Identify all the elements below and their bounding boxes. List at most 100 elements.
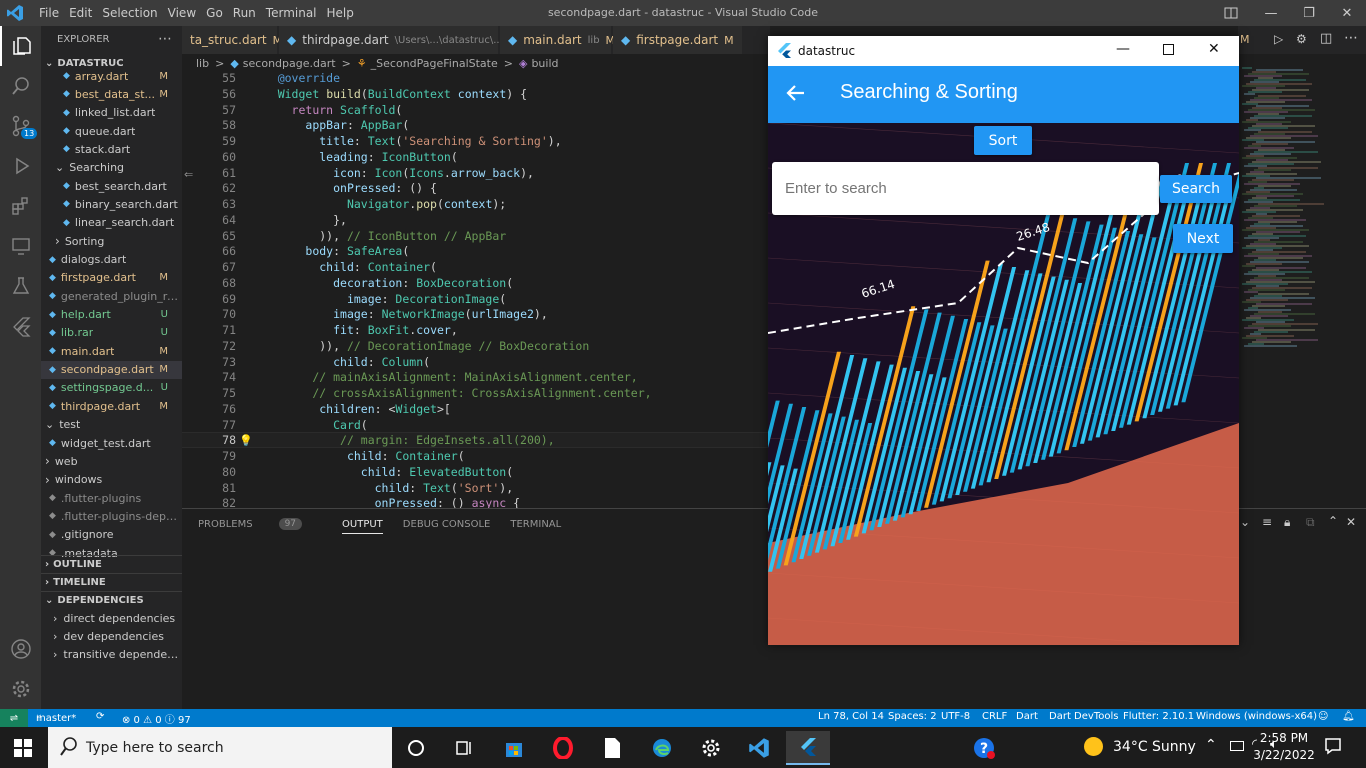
search-button[interactable]: Search <box>1160 175 1232 203</box>
remote-explorer-icon[interactable] <box>0 226 41 266</box>
folder-item[interactable]: › Sorting <box>41 232 182 250</box>
file-item[interactable]: ◆ best_search.dart <box>41 177 182 195</box>
outline-section[interactable]: › OUTLINE <box>41 555 182 573</box>
notification-center-icon[interactable] <box>1324 737 1342 758</box>
close-icon[interactable]: ✕ <box>1328 0 1366 26</box>
windows-start-icon[interactable] <box>14 739 32 760</box>
source-control-icon[interactable]: 13 <box>0 106 41 146</box>
maximize-icon[interactable] <box>1163 44 1174 55</box>
file-item[interactable]: ◆ generated_plugin_re... <box>41 287 182 305</box>
sync-icon[interactable]: ⟳ <box>96 711 104 722</box>
file-item[interactable]: ◆ binary_search.dart <box>41 195 182 213</box>
lock-icon[interactable]: 🔒︎ <box>1284 515 1290 530</box>
file-item[interactable]: ◆ main.dart M <box>41 342 182 360</box>
weather-sun-icon[interactable] <box>1084 737 1103 756</box>
next-button[interactable]: Next <box>1173 224 1233 253</box>
notifications-bell-icon[interactable]: 🔔︎ <box>1342 711 1355 722</box>
dependency-item[interactable]: › transitive dependen... <box>41 645 182 663</box>
file-item[interactable]: ◆ thirdpage.dart M <box>41 397 182 415</box>
opera-browser-icon[interactable] <box>541 731 585 765</box>
file-item[interactable]: ◆ linked_list.dart <box>41 104 182 122</box>
more-actions-icon[interactable]: ⋯ <box>158 31 172 47</box>
language-mode[interactable]: Dart <box>1016 711 1038 722</box>
task-view-icon[interactable] <box>442 731 486 765</box>
code-line[interactable]: 79 child: Container( <box>182 448 770 464</box>
tab-problems[interactable]: PROBLEMS 97 <box>198 518 322 530</box>
code-line[interactable]: 82 onPressed: () async { <box>182 495 770 508</box>
split-editor-icon[interactable]: ◫ <box>1320 31 1332 46</box>
menu-view[interactable]: View <box>163 6 201 20</box>
run-debug-icon[interactable] <box>0 146 41 186</box>
settings-gear-icon[interactable] <box>689 731 733 765</box>
file-item[interactable]: ◆ .gitignore <box>41 526 182 544</box>
menu-file[interactable]: File <box>34 6 64 20</box>
code-line[interactable]: 73 child: Column( <box>182 354 770 370</box>
menu-help[interactable]: Help <box>322 6 359 20</box>
code-line[interactable]: 71 fit: BoxFit.cover, <box>182 322 770 338</box>
microsoft-store-icon[interactable] <box>492 731 536 765</box>
file-item[interactable]: ◆ dialogs.dart <box>41 251 182 269</box>
more-actions-icon[interactable]: ⋯ <box>1344 30 1358 46</box>
menu-selection[interactable]: Selection <box>97 6 162 20</box>
file-item[interactable]: ◆ best_data_st... M <box>41 85 182 103</box>
code-editor[interactable]: 55 @override 56 Widget build(BuildContext… <box>182 72 770 508</box>
flutter-app-taskbar-icon[interactable] <box>786 731 830 765</box>
feedback-icon[interactable]: ☺ <box>1318 711 1328 722</box>
tab-firstpage[interactable]: ◆ firstpage.dart M <box>613 26 743 54</box>
flutter-version[interactable]: Flutter: 2.10.1 <box>1123 711 1194 722</box>
cortana-icon[interactable] <box>394 731 438 765</box>
code-line[interactable]: 68 decoration: BoxDecoration( <box>182 275 770 291</box>
minimap[interactable] <box>1238 54 1366 508</box>
line-ending[interactable]: CRLF <box>982 711 1007 722</box>
code-line[interactable]: 72 )), // DecorationImage // BoxDecorati… <box>182 338 770 354</box>
code-line[interactable]: 74 // mainAxisAlignment: MainAxisAlignme… <box>182 369 770 385</box>
account-icon[interactable] <box>0 629 41 669</box>
edge-browser-icon[interactable] <box>640 731 684 765</box>
code-line[interactable]: 61 icon: Icon(Icons.arrow_back), <box>182 165 770 181</box>
code-line[interactable]: 59 title: Text('Searching & Sorting'), <box>182 133 770 149</box>
folder-item[interactable]: › windows <box>41 471 182 489</box>
file-item[interactable]: ◆ settingspage.d... U <box>41 379 182 397</box>
clear-output-icon[interactable]: ≡ <box>1262 515 1272 529</box>
tab-output[interactable]: OUTPUT <box>342 519 383 534</box>
code-line[interactable]: 63 Navigator.pop(context); <box>182 196 770 212</box>
vscode-taskbar-icon[interactable] <box>737 731 781 765</box>
problems-indicator[interactable]: ⊗ 0 ⚠ 0 ⓘ 97 <box>122 711 191 726</box>
back-arrow-icon[interactable] <box>786 83 806 106</box>
battery-icon[interactable] <box>1230 741 1244 751</box>
code-line[interactable]: 56 Widget build(BuildContext context) { <box>182 86 770 102</box>
cursor-position[interactable]: Ln 78, Col 14 <box>818 711 884 722</box>
chevron-down-icon[interactable]: ⌄ <box>1240 515 1250 529</box>
dart-devtools[interactable]: Dart DevTools <box>1049 711 1118 722</box>
collapse-arrow-icon[interactable]: ⇐ <box>184 168 193 181</box>
code-line[interactable]: 60 leading: IconButton( <box>182 149 770 165</box>
code-line[interactable]: 57 return Scaffold( <box>182 102 770 118</box>
code-line[interactable]: 55 @override <box>182 72 770 86</box>
menu-run[interactable]: Run <box>228 6 261 20</box>
file-item[interactable]: ◆ help.dart U <box>41 306 182 324</box>
dependency-item[interactable]: › dev dependencies <box>41 627 182 645</box>
code-line[interactable]: 69 image: DecorationImage( <box>182 291 770 307</box>
tab-terminal[interactable]: TERMINAL <box>510 519 561 530</box>
file-item[interactable]: ◆ array.dart M <box>41 67 182 85</box>
minimize-icon[interactable]: — <box>1252 0 1290 26</box>
file-item[interactable]: ◆ queue.dart <box>41 122 182 140</box>
clock[interactable]: 2:58 PM 3/22/2022 <box>1250 730 1318 764</box>
device-selector[interactable]: Windows (windows-x64) <box>1196 711 1317 722</box>
file-item[interactable]: ◆ .flutter-plugins-depen... <box>41 507 182 525</box>
restore-icon[interactable]: ❐ <box>1290 0 1328 26</box>
settings-gear-icon[interactable] <box>0 669 41 709</box>
timeline-section[interactable]: › TIMELINE <box>41 573 182 591</box>
lightbulb-icon[interactable]: 💡 <box>239 434 253 447</box>
code-line[interactable]: 75 // crossAxisAlignment: CrossAxisAlign… <box>182 385 770 401</box>
flutter-icon[interactable] <box>0 306 41 346</box>
indentation[interactable]: Spaces: 2 <box>888 711 937 722</box>
code-line[interactable]: 67 child: Container( <box>182 259 770 275</box>
code-line[interactable]: 77 Card( <box>182 417 770 433</box>
search-input[interactable] <box>772 162 1159 215</box>
code-line[interactable]: 58 appBar: AppBar( <box>182 117 770 133</box>
file-item[interactable]: ◆ .flutter-plugins <box>41 489 182 507</box>
file-item[interactable]: ◆ stack.dart <box>41 140 182 158</box>
tab-main[interactable]: ◆ main.dart lib M <box>500 26 615 54</box>
file-item[interactable]: ◆ widget_test.dart <box>41 434 182 452</box>
